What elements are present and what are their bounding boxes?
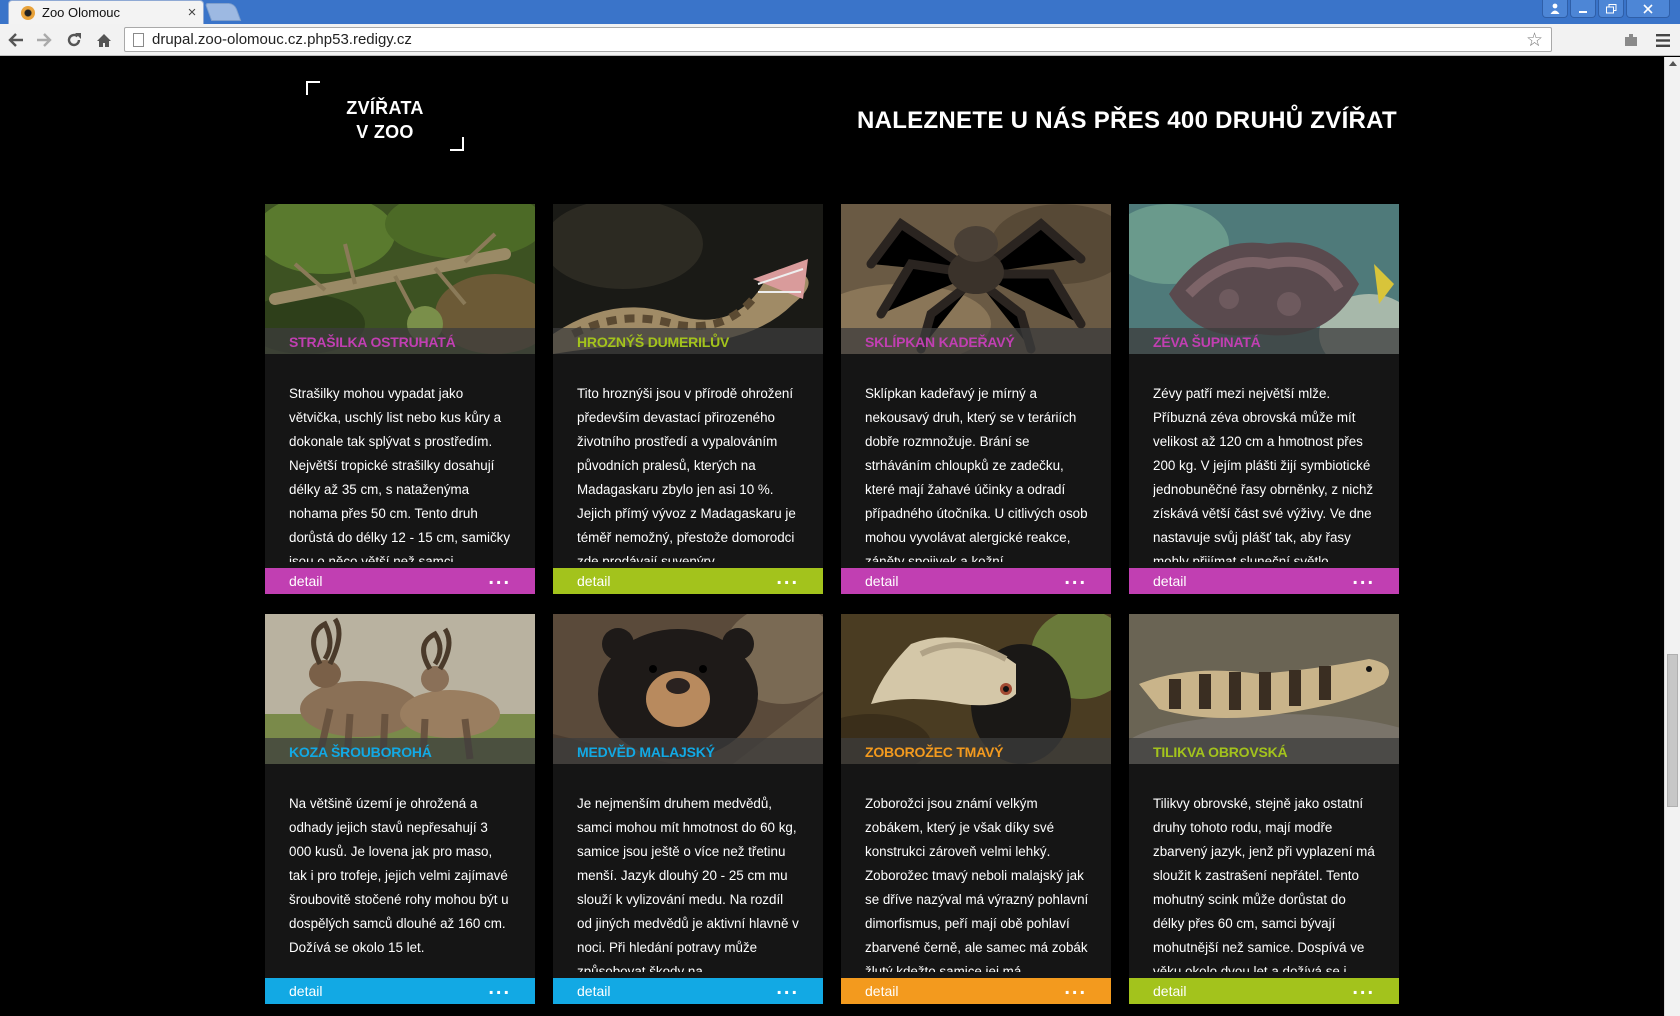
- animal-name-bar: MEDVĚD MALAJSKÝ: [553, 738, 823, 764]
- more-dots-icon[interactable]: ...: [1352, 568, 1375, 588]
- animal-name[interactable]: SKLÍPKAN KADEŘAVÝ: [865, 334, 1015, 350]
- detail-link[interactable]: detail: [289, 573, 322, 589]
- animal-name-bar: ZÉVA ŠUPINATÁ: [1129, 328, 1399, 354]
- card-footer[interactable]: detail ...: [841, 568, 1111, 594]
- animal-name[interactable]: ZÉVA ŠUPINATÁ: [1153, 334, 1261, 350]
- menu-icon[interactable]: [1652, 29, 1674, 51]
- corner-bracket-icon: [450, 137, 464, 151]
- detail-link[interactable]: detail: [865, 983, 898, 999]
- more-dots-icon[interactable]: ...: [1352, 978, 1375, 998]
- detail-link[interactable]: detail: [577, 573, 610, 589]
- detail-link[interactable]: detail: [577, 983, 610, 999]
- animal-name[interactable]: ZOBOROŽEC TMAVÝ: [865, 744, 1003, 760]
- card-footer[interactable]: detail ...: [265, 978, 535, 1004]
- animal-card-medved: MEDVĚD MALAJSKÝ Je nejmenším druhem medv…: [553, 614, 823, 1004]
- animal-name[interactable]: TILIKVA OBROVSKÁ: [1153, 744, 1288, 760]
- detail-link[interactable]: detail: [289, 983, 322, 999]
- animal-card-hroznys: HROZNÝŠ DUMERILŮV Tito hroznýši jsou v p…: [553, 204, 823, 594]
- card-footer[interactable]: detail ...: [265, 568, 535, 594]
- animal-name-bar: STRAŠILKA OSTRUHATÁ: [265, 328, 535, 354]
- star-icon[interactable]: ☆: [1526, 29, 1543, 52]
- animal-description: Strašilky mohou vypadat jako větvička, u…: [289, 386, 511, 562]
- window-controls: [1542, 0, 1670, 18]
- more-dots-icon[interactable]: ...: [488, 568, 511, 588]
- extension-icon[interactable]: [1620, 29, 1642, 51]
- animal-description: Je nejmenším druhem medvědů, samci mohou…: [577, 796, 799, 972]
- animal-card-zeva: ZÉVA ŠUPINATÁ Zévy patří mezi největší m…: [1129, 204, 1399, 594]
- restore-icon[interactable]: [1598, 0, 1624, 18]
- more-dots-icon[interactable]: ...: [1064, 568, 1087, 588]
- browser-tab[interactable]: Zoo Olomouc ×: [8, 0, 204, 24]
- address-bar[interactable]: drupal.zoo-olomouc.cz.php53.redigy.cz ☆: [124, 27, 1552, 52]
- more-dots-icon[interactable]: ...: [488, 978, 511, 998]
- tab-title: Zoo Olomouc: [42, 5, 121, 20]
- animal-description: Sklípkan kadeřavý je mírný a nekousavý d…: [865, 386, 1088, 562]
- animal-card-sklipkan: SKLÍPKAN KADEŘAVÝ Sklípkan kadeřavý je m…: [841, 204, 1111, 594]
- user-icon[interactable]: [1542, 0, 1568, 18]
- url-text[interactable]: drupal.zoo-olomouc.cz.php53.redigy.cz: [152, 31, 412, 48]
- animal-name-bar: TILIKVA OBROVSKÁ: [1129, 738, 1399, 764]
- animal-card-tilikva: TILIKVA OBROVSKÁ Tilikvy obrovské, stejn…: [1129, 614, 1399, 1004]
- animal-description: Tito hroznýši jsou v přírodě ohrožení př…: [577, 386, 796, 562]
- animal-description: Zévy patří mezi největší mlže. Příbuzná …: [1153, 386, 1374, 562]
- animal-description: Tilikvy obrovské, stejně jako ostatní dr…: [1153, 796, 1375, 972]
- more-dots-icon[interactable]: ...: [1064, 978, 1087, 998]
- page-icon: [133, 32, 144, 47]
- animal-name[interactable]: KOZA ŠROUBOROHÁ: [289, 744, 432, 760]
- detail-link[interactable]: detail: [1153, 573, 1186, 589]
- zoo-favicon-icon: [21, 5, 35, 20]
- logo-line-1: ZVÍŘATA: [346, 98, 424, 118]
- animal-name-bar: KOZA ŠROUBOROHÁ: [265, 738, 535, 764]
- animal-name[interactable]: MEDVĚD MALAJSKÝ: [577, 744, 715, 760]
- back-icon[interactable]: [4, 28, 28, 52]
- detail-link[interactable]: detail: [1153, 983, 1186, 999]
- scroll-thumb[interactable]: [1667, 654, 1678, 807]
- card-footer[interactable]: detail ...: [1129, 568, 1399, 594]
- logo-line-2: V ZOO: [356, 122, 414, 142]
- browser-title-bar: Zoo Olomouc ×: [0, 0, 1680, 24]
- animal-name[interactable]: HROZNÝŠ DUMERILŮV: [577, 334, 729, 350]
- forward-icon[interactable]: [32, 28, 56, 52]
- browser-toolbar: drupal.zoo-olomouc.cz.php53.redigy.cz ☆: [0, 24, 1680, 56]
- card-footer[interactable]: detail ...: [1129, 978, 1399, 1004]
- animal-description: Na většině území je ohrožená a odhady je…: [289, 796, 509, 955]
- new-tab-button[interactable]: [204, 3, 242, 21]
- animal-name[interactable]: STRAŠILKA OSTRUHATÁ: [289, 334, 456, 350]
- close-window-icon[interactable]: [1626, 0, 1670, 18]
- corner-bracket-icon: [306, 81, 320, 95]
- more-dots-icon[interactable]: ...: [776, 978, 799, 998]
- scroll-up-icon[interactable]: [1669, 61, 1677, 66]
- animal-name-bar: SKLÍPKAN KADEŘAVÝ: [841, 328, 1111, 354]
- animal-card-strasilka: STRAŠILKA OSTRUHATÁ Strašilky mohou vypa…: [265, 204, 535, 594]
- animal-description: Zoborožci jsou známí velkým zobákem, kte…: [865, 796, 1089, 972]
- close-tab-icon[interactable]: ×: [181, 4, 203, 21]
- home-icon[interactable]: [92, 28, 116, 52]
- card-footer[interactable]: detail ...: [553, 568, 823, 594]
- card-footer[interactable]: detail ...: [553, 978, 823, 1004]
- card-footer[interactable]: detail ...: [841, 978, 1111, 1004]
- minimize-icon[interactable]: [1570, 0, 1596, 18]
- detail-link[interactable]: detail: [865, 573, 898, 589]
- page-scrollbar[interactable]: [1664, 57, 1680, 1016]
- animal-card-zobrozec: ZOBOROŽEC TMAVÝ Zoborožci jsou známí vel…: [841, 614, 1111, 1004]
- more-dots-icon[interactable]: ...: [776, 568, 799, 588]
- animal-name-bar: ZOBOROŽEC TMAVÝ: [841, 738, 1111, 764]
- reload-icon[interactable]: [62, 28, 86, 52]
- animal-card-koza: KOZA ŠROUBOROHÁ Na většině území je ohro…: [265, 614, 535, 1004]
- section-logo[interactable]: ZVÍŘATA V ZOO: [306, 81, 464, 151]
- section-headline: NALEZNETE U NÁS PŘES 400 DRUHŮ ZVÍŘAT: [856, 107, 1397, 134]
- page-viewport: ZVÍŘATA V ZOO NALEZNETE U NÁS PŘES 400 D…: [0, 57, 1664, 1016]
- animal-name-bar: HROZNÝŠ DUMERILŮV: [553, 328, 823, 354]
